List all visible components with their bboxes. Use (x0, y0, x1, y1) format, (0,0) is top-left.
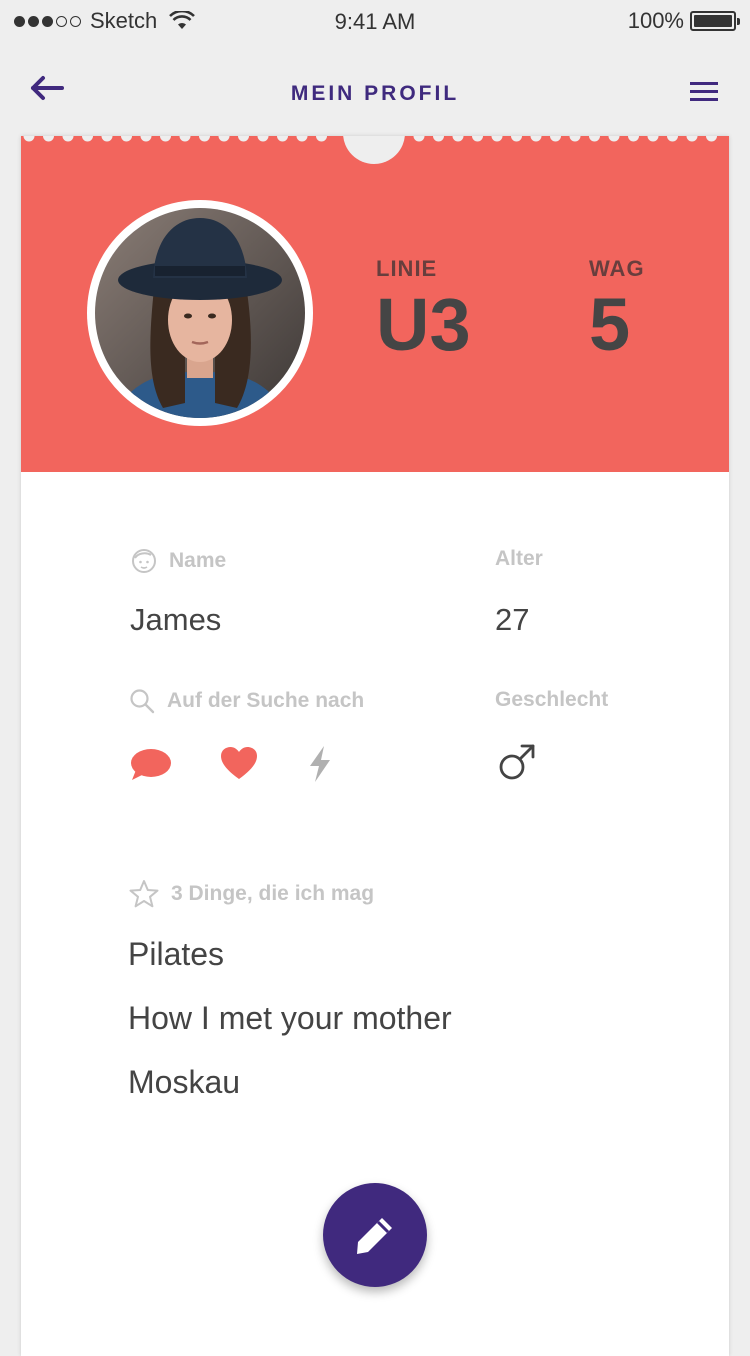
looking-for-love[interactable] (220, 746, 258, 787)
name-label-text: Name (169, 549, 227, 572)
line-label: LINIE (376, 256, 438, 281)
avatar[interactable] (87, 200, 313, 426)
navigation-bar: MEIN PROFIL (0, 44, 750, 136)
battery-icon (690, 11, 740, 31)
status-right: 100% (627, 8, 740, 34)
menu-button[interactable] (688, 78, 722, 106)
line-stat: LINIE U3 (376, 256, 471, 362)
pencil-icon (357, 1218, 392, 1254)
profile-header: LINIE U3 WAG 5 (21, 136, 729, 472)
status-bar: Sketch 9:41 AM 100% (0, 0, 750, 44)
chat-bubble-icon (131, 749, 171, 780)
ticket-notch (343, 136, 405, 164)
looking-for-label: Auf der Suche nach (129, 688, 364, 714)
name-value: James (130, 602, 222, 637)
gender-label-text: Geschlecht (495, 688, 609, 711)
looking-for-fling[interactable] (307, 744, 333, 789)
list-item: Moskau (128, 1064, 241, 1100)
likes-label: 3 Dinge, die ich mag (129, 879, 374, 909)
hamburger-menu-icon (690, 82, 718, 101)
heart-icon (221, 747, 257, 779)
name-label: Name (131, 547, 226, 575)
lightning-icon (310, 746, 330, 782)
wagon-stat: WAG 5 (589, 256, 645, 362)
battery-percentage: 100% (627, 8, 684, 33)
page-title: MEIN PROFIL (290, 82, 460, 105)
wagon-label: WAG (589, 256, 645, 281)
wagon-value: 5 (589, 283, 631, 366)
gender-value (497, 742, 537, 787)
gender-label: Geschlecht (495, 688, 608, 712)
face-icon (132, 549, 156, 573)
profile-card: LINIE U3 WAG 5 Name James Alter 27 Auf d… (21, 136, 729, 1356)
list-item: How I met your mother (128, 1000, 452, 1036)
avatar-photo (95, 208, 305, 418)
looking-for-label-text: Auf der Suche nach (167, 689, 365, 712)
star-icon (129, 880, 159, 908)
likes-label-text: 3 Dinge, die ich mag (171, 882, 375, 905)
age-label-text: Alter (495, 547, 543, 570)
search-icon (130, 689, 155, 714)
line-value: U3 (376, 283, 471, 366)
looking-for-chat[interactable] (130, 746, 172, 789)
list-item: Pilates (128, 936, 225, 972)
age-value: 27 (495, 602, 530, 637)
edit-profile-button[interactable] (323, 1183, 427, 1287)
male-symbol-icon (499, 744, 535, 780)
age-label: Alter (495, 547, 543, 571)
